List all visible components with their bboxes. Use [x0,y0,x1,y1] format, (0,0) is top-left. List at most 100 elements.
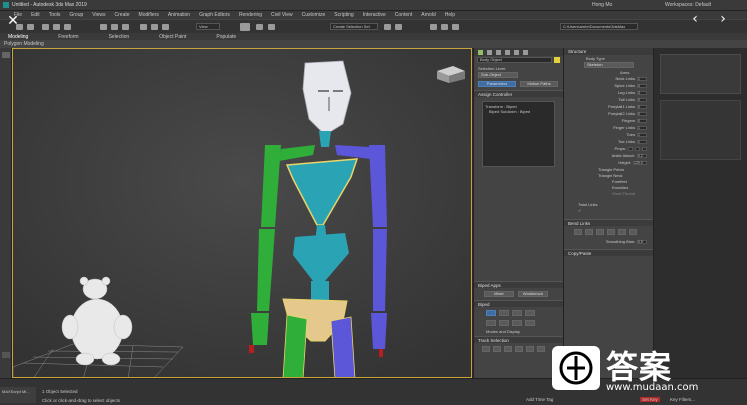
user-account[interactable]: Hong Mo [592,2,612,8]
zero-twist-icon[interactable] [618,229,626,235]
structure-rollout[interactable]: Structure [564,48,653,55]
rotate-icon[interactable] [151,24,158,30]
ribbon-sub-label[interactable]: Polygon Modeling [4,41,44,47]
object-name-input[interactable]: Body Object [477,57,552,63]
body-vertical-icon[interactable] [493,346,501,352]
menu-rendering[interactable]: Rendering [239,12,262,18]
body-rotation-icon[interactable] [504,346,512,352]
menu-modifiers[interactable]: Modifiers [139,12,159,18]
arms-checkbox[interactable]: Arms [564,68,653,75]
link-icon[interactable] [42,24,49,30]
field-input[interactable]: 0 [637,97,647,102]
create-tab-icon[interactable] [478,49,483,55]
field-input[interactable]: 1 [637,139,647,144]
zero-all-icon[interactable] [629,229,637,235]
motion-tab-icon[interactable] [505,49,510,55]
move-icon[interactable] [140,24,147,30]
angle-snap-icon[interactable] [256,24,263,30]
menu-arnold[interactable]: Arnold [421,12,435,18]
modify-tab-icon[interactable] [487,49,492,55]
field-input[interactable]: 1 [637,132,647,137]
twist-individual-icon[interactable] [596,229,604,235]
menu-customize[interactable]: Customize [302,12,326,18]
view-dropdown[interactable]: View [196,23,220,30]
close-icon[interactable]: ✕ [6,14,20,28]
bend-mode-icon[interactable] [574,229,582,235]
tab-populate[interactable]: Populate [216,34,236,40]
biped-neck[interactable] [319,131,331,147]
save-file-icon[interactable] [499,320,509,326]
smoothing-bias-input[interactable]: 0.5 [637,239,647,244]
workspace-selector[interactable]: Workspaces: Default [665,2,711,8]
tab-freeform[interactable]: Freeform [58,34,78,40]
field-input[interactable]: 1 [637,76,647,81]
region-select-icon[interactable] [122,24,129,30]
controller-tree[interactable]: Transform : Biped Biped SubAnim : Biped [482,101,555,167]
redo-icon[interactable] [27,24,34,30]
load-motion-icon[interactable] [512,320,522,326]
menu-content[interactable]: Content [395,12,413,18]
height-input[interactable]: 129.0 [633,160,647,165]
field-input[interactable]: 3 [637,90,647,95]
mirror-icon[interactable] [384,24,391,30]
biped-right-hand[interactable] [371,313,387,349]
menu-tools[interactable]: Tools [49,12,61,18]
field-input[interactable]: 0 [637,104,647,109]
motion-flow-icon[interactable] [512,310,522,316]
props-input-1[interactable] [628,146,633,151]
body-horizontal-icon[interactable] [482,346,490,352]
lock-cog-icon[interactable] [515,346,523,352]
menu-civil-view[interactable]: Civil View [271,12,293,18]
render-icon[interactable] [452,24,459,30]
figure-mode-icon[interactable] [486,310,496,316]
modes-and-display-toggle[interactable]: Modes and Display [474,327,563,336]
twist-mode-icon[interactable] [585,229,593,235]
bend-links-rollout[interactable]: Bend Links [564,219,653,226]
menu-scripting[interactable]: Scripting [334,12,353,18]
chevron-right-icon[interactable]: › [716,12,730,26]
biped-left-thigh[interactable] [282,314,308,378]
tab-object-paint[interactable]: Object Paint [159,34,186,40]
maxscript-listener[interactable]: MAXScript Mi... [0,387,36,403]
field-input[interactable]: 0 [637,118,647,123]
field-input[interactable]: 4 [637,83,647,88]
menu-help[interactable]: Help [445,12,455,18]
percent-snap-icon[interactable] [268,24,275,30]
biped-right-forearm[interactable] [373,229,387,311]
biped-left-hand[interactable] [251,313,269,345]
biped-rollout[interactable]: Biped [474,300,563,307]
props-input-3[interactable] [642,146,647,151]
ankle-attach-input[interactable]: 0.2 [637,153,647,158]
mixer-button[interactable]: Mixer [484,291,514,297]
display-tab-icon[interactable] [514,49,519,55]
menu-graph-editors[interactable]: Graph Editors [199,12,230,18]
project-path[interactable]: C:\Users\ambr\Documents\3dsMax [560,23,638,30]
layout-add-icon[interactable] [2,352,10,358]
unlink-icon[interactable] [53,24,60,30]
material-editor-icon[interactable] [430,24,437,30]
workbench-button[interactable]: Workbench [518,291,548,297]
perspective-viewport[interactable]: [+] [Perspective] [Standard] [Default Sh… [12,48,472,378]
copy-paste-rollout[interactable]: Copy/Paste [564,249,653,256]
tab-selection[interactable]: Selection [109,34,130,40]
add-time-tag-button[interactable]: Add Time Tag [526,397,553,402]
save-motion-icon[interactable] [525,320,535,326]
menu-edit[interactable]: Edit [31,12,40,18]
select-icon[interactable] [100,24,107,30]
menu-create[interactable]: Create [115,12,130,18]
parameters-tab[interactable]: Parameters [478,81,516,87]
align-icon[interactable] [395,24,402,30]
controller-tree-item[interactable]: Biped SubAnim : Biped [485,109,552,114]
field-input[interactable]: 0 [637,111,647,116]
selection-set-dropdown[interactable]: Create Selection Set [330,23,378,30]
smoothing-mode-icon[interactable] [607,229,615,235]
footstep-mode-icon[interactable] [499,310,509,316]
bind-icon[interactable] [64,24,71,30]
chevron-left-icon[interactable]: ‹ [688,12,702,26]
biped-spine-base[interactable] [311,281,329,301]
render-setup-icon[interactable] [441,24,448,30]
mixer-mode-icon[interactable] [525,310,535,316]
menu-group[interactable]: Group [69,12,83,18]
menu-interactive[interactable]: Interactive [363,12,386,18]
field-input[interactable]: 1 [637,125,647,130]
